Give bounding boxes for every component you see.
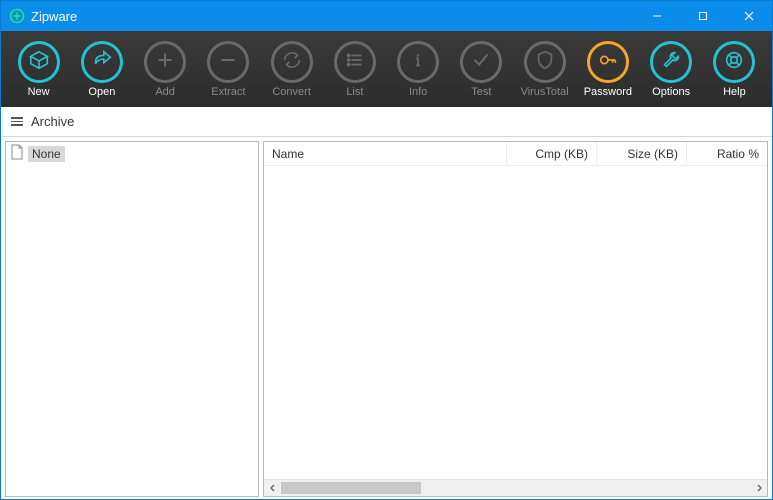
maximize-button[interactable] bbox=[680, 1, 726, 31]
lifebuoy-icon bbox=[723, 49, 745, 74]
options-button[interactable]: Options bbox=[642, 41, 701, 98]
scroll-right-arrow[interactable] bbox=[750, 480, 767, 496]
convert-button: Convert bbox=[262, 41, 321, 98]
password-button[interactable]: Password bbox=[578, 41, 637, 98]
add-button: Add bbox=[136, 41, 195, 98]
column-cmp[interactable]: Cmp (KB) bbox=[507, 142, 597, 165]
toolbar-label: Help bbox=[723, 86, 746, 98]
toolbar-label: Open bbox=[88, 86, 115, 98]
shield-icon bbox=[534, 49, 556, 74]
subheader: Archive bbox=[1, 107, 772, 137]
toolbar-label: Password bbox=[584, 86, 632, 98]
list-icon bbox=[344, 49, 366, 74]
cube-icon bbox=[28, 49, 50, 74]
open-button[interactable]: Open bbox=[72, 41, 131, 98]
app-title: Zipware bbox=[31, 9, 634, 24]
column-name[interactable]: Name bbox=[264, 142, 507, 165]
plus-icon bbox=[154, 49, 176, 74]
toolbar: New Open Add Extract bbox=[1, 31, 772, 107]
info-button: Info bbox=[389, 41, 448, 98]
toolbar-label: Convert bbox=[272, 86, 311, 98]
tree-root-item[interactable]: None bbox=[6, 142, 258, 165]
extract-button: Extract bbox=[199, 41, 258, 98]
toolbar-label: Extract bbox=[211, 86, 245, 98]
toolbar-label: Test bbox=[471, 86, 491, 98]
scroll-thumb[interactable] bbox=[281, 482, 421, 494]
scroll-left-arrow[interactable] bbox=[264, 480, 281, 496]
hamburger-icon[interactable] bbox=[11, 117, 23, 126]
check-icon bbox=[470, 49, 492, 74]
test-button: Test bbox=[452, 41, 511, 98]
app-window: Zipware New Open bbox=[0, 0, 773, 500]
info-icon bbox=[407, 49, 429, 74]
minus-icon bbox=[217, 49, 239, 74]
app-icon bbox=[9, 8, 25, 24]
scroll-track[interactable] bbox=[281, 480, 750, 496]
minimize-button[interactable] bbox=[634, 1, 680, 31]
toolbar-label: Options bbox=[652, 86, 690, 98]
subheader-label: Archive bbox=[31, 114, 74, 129]
list-button: List bbox=[325, 41, 384, 98]
file-icon bbox=[10, 144, 24, 163]
titlebar: Zipware bbox=[1, 1, 772, 31]
new-button[interactable]: New bbox=[9, 41, 68, 98]
virustotal-button: VirusTotal bbox=[515, 41, 574, 98]
toolbar-label: VirusTotal bbox=[521, 86, 569, 98]
toolbar-label: Info bbox=[409, 86, 427, 98]
panes: None Name Cmp (KB) Size (KB) Ratio % bbox=[1, 137, 772, 499]
toolbar-label: Add bbox=[155, 86, 175, 98]
list-pane: Name Cmp (KB) Size (KB) Ratio % bbox=[263, 141, 768, 497]
toolbar-label: New bbox=[28, 86, 50, 98]
column-size[interactable]: Size (KB) bbox=[597, 142, 687, 165]
wrench-icon bbox=[660, 49, 682, 74]
arrows-cycle-icon bbox=[281, 49, 303, 74]
horizontal-scrollbar[interactable] bbox=[264, 479, 767, 496]
tree-root-label: None bbox=[28, 146, 65, 162]
column-ratio[interactable]: Ratio % bbox=[687, 142, 767, 165]
help-button[interactable]: Help bbox=[705, 41, 764, 98]
column-headers: Name Cmp (KB) Size (KB) Ratio % bbox=[264, 142, 767, 166]
close-button[interactable] bbox=[726, 1, 772, 31]
share-arrow-icon bbox=[91, 49, 113, 74]
tree-pane[interactable]: None bbox=[5, 141, 259, 497]
grid-body[interactable] bbox=[264, 166, 767, 479]
toolbar-label: List bbox=[346, 86, 363, 98]
key-icon bbox=[597, 49, 619, 74]
